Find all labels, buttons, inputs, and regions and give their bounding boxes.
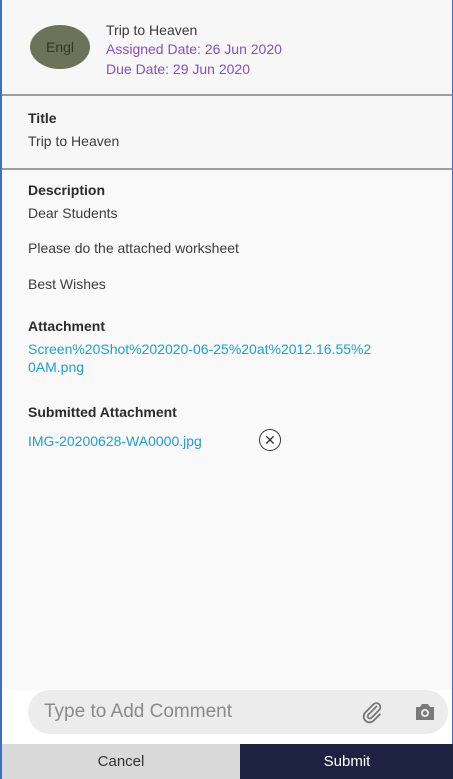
title-label: Title xyxy=(28,110,57,126)
camera-icon[interactable] xyxy=(414,702,436,722)
submitted-attachment-link[interactable]: IMG-20200628-WA0000.jpg xyxy=(28,432,202,450)
comment-input[interactable] xyxy=(44,690,344,734)
remove-icon[interactable]: ✕ xyxy=(259,429,281,451)
submit-button[interactable]: Submit xyxy=(240,744,453,779)
comment-bar xyxy=(28,690,448,734)
title-section: Title Trip to Heaven xyxy=(2,96,452,170)
attach-icon[interactable] xyxy=(360,700,384,724)
attachment-link-line: Screen%20Shot%202020-06-25%20at%2012.16.… xyxy=(28,341,372,357)
description-line: Best Wishes xyxy=(28,276,106,292)
attachment-link-line: 0AM.png xyxy=(28,359,85,375)
description-line: Dear Students xyxy=(28,205,118,221)
assigned-date: Assigned Date: 26 Jun 2020 xyxy=(106,41,282,57)
due-date: Due Date: 29 Jun 2020 xyxy=(106,61,250,77)
submitted-attachment-label: Submitted Attachment xyxy=(28,404,177,420)
description-label: Description xyxy=(28,182,106,198)
cancel-button[interactable]: Cancel xyxy=(2,744,240,779)
attachment-label: Attachment xyxy=(28,318,106,334)
assignment-header: Engl Trip to Heaven Assigned Date: 26 Ju… xyxy=(2,0,452,96)
subject-avatar: Engl xyxy=(30,25,90,69)
description-line: Please do the attached worksheet xyxy=(28,240,239,256)
header-title: Trip to Heaven xyxy=(106,22,198,38)
title-value: Trip to Heaven xyxy=(28,133,120,149)
assignment-detail-screen: Engl Trip to Heaven Assigned Date: 26 Ju… xyxy=(0,0,453,779)
attachment-link[interactable]: Screen%20Shot%202020-06-25%20at%2012.16.… xyxy=(28,340,371,376)
